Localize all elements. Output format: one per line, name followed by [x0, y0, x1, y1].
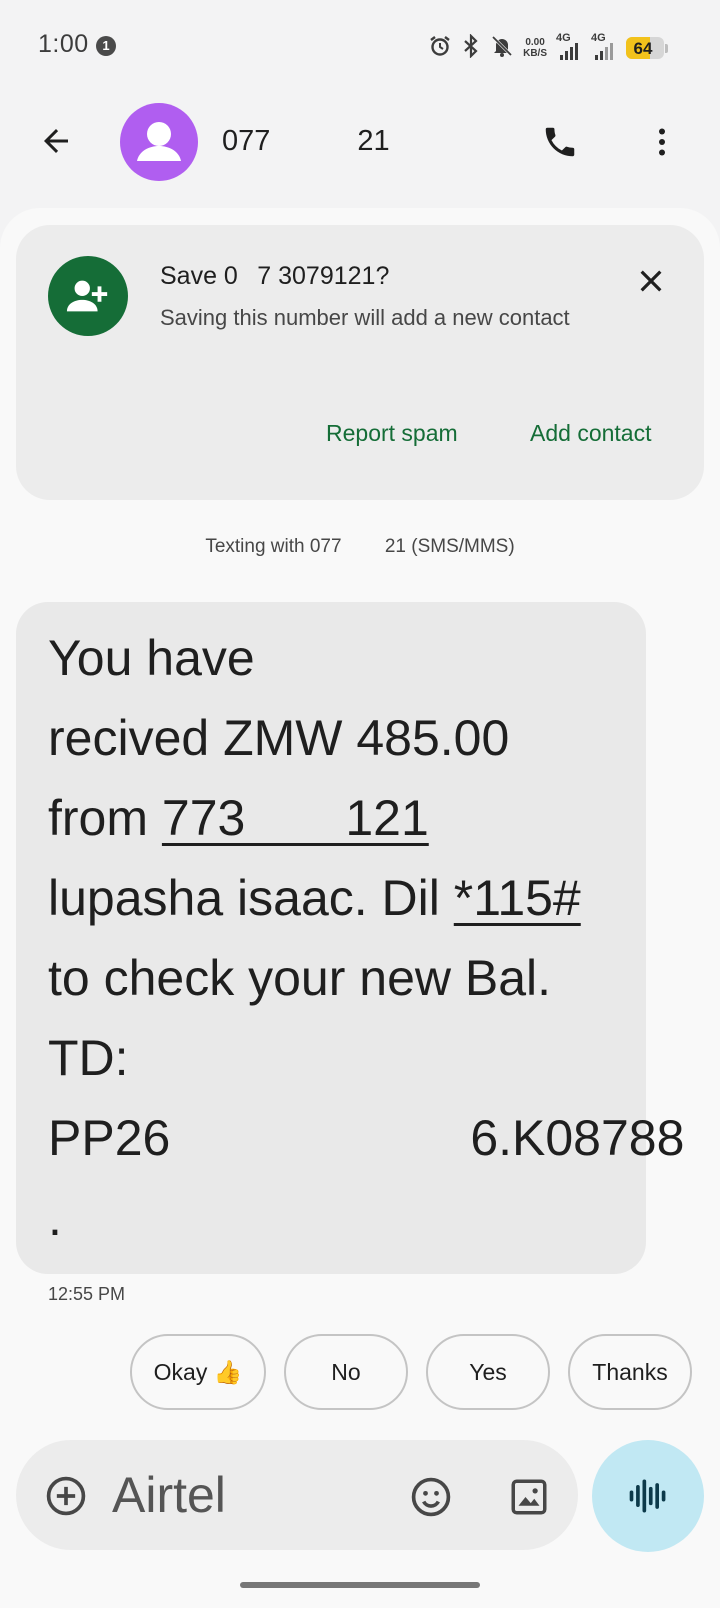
message-line: .	[48, 1190, 62, 1246]
emoji-button[interactable]	[404, 1470, 458, 1524]
gallery-button[interactable]	[502, 1470, 556, 1524]
close-icon	[640, 270, 662, 292]
more-options-button[interactable]	[636, 116, 688, 168]
attach-button[interactable]	[40, 1470, 92, 1522]
smart-replies: Okay 👍 No Yes Thanks	[130, 1334, 692, 1410]
message-timestamp: 12:55 PM	[48, 1284, 126, 1304]
call-button[interactable]	[534, 116, 586, 168]
voice-message-button[interactable]	[592, 1440, 704, 1552]
smart-reply-chip[interactable]: No	[284, 1334, 408, 1410]
emoji-icon	[411, 1477, 451, 1517]
report-spam-button[interactable]: Report spam	[326, 420, 458, 447]
message-line: PP26 6.K08788	[48, 1110, 685, 1166]
message-line: from 773 121	[48, 778, 638, 858]
battery-icon: 64	[626, 37, 664, 59]
back-button[interactable]	[30, 115, 82, 167]
ussd-code-link[interactable]: *115#	[454, 870, 581, 926]
status-time: 1:00	[38, 30, 89, 58]
message-line: You have	[48, 630, 255, 686]
texting-with-label: Texting with 077 21 (SMS/MMS)	[205, 536, 515, 557]
network-speed-value: 0.00	[525, 37, 545, 48]
smart-reply-chip[interactable]: Okay 👍	[130, 1334, 266, 1410]
image-icon	[511, 1479, 547, 1515]
message-line: lupasha isaac. Dil *115#	[48, 858, 638, 938]
signal-sim2-icon: 4G	[591, 32, 617, 61]
message-text-segment: lupasha isaac. Dil	[48, 870, 454, 926]
dismiss-card-button[interactable]	[626, 256, 676, 306]
add-contact-avatar	[48, 256, 128, 336]
contact-avatar[interactable]	[120, 103, 198, 181]
message-line: TD:	[48, 1030, 129, 1086]
person-add-icon	[66, 280, 108, 312]
save-contact-title: Save 0 7 3079121?	[160, 262, 390, 290]
bluetooth-icon	[461, 32, 481, 63]
signal-sim1-icon: 4G	[556, 32, 582, 61]
contact-title[interactable]: 077 21	[222, 125, 390, 158]
add-contact-button[interactable]: Add contact	[530, 420, 651, 447]
status-icons: 0.00 KB/S 4G 4G 64	[428, 32, 668, 63]
network-speed: 0.00 KB/S	[523, 37, 547, 59]
waveform-icon	[629, 1479, 666, 1513]
arrow-back-icon	[44, 129, 68, 153]
message-input[interactable]	[112, 1462, 392, 1528]
alarm-icon	[428, 34, 452, 63]
message-text: You have recived ZMW 485.00 from 773 121…	[48, 618, 685, 1258]
smart-reply-chip[interactable]: Thanks	[568, 1334, 692, 1410]
battery-tip	[665, 43, 668, 53]
more-vert-icon	[659, 128, 665, 156]
message-text-segment: from	[48, 790, 162, 846]
notifications-off-icon	[490, 34, 514, 63]
phone-number-link[interactable]: 773 121	[162, 790, 429, 846]
network-speed-unit: KB/S	[523, 48, 547, 59]
home-indicator[interactable]	[240, 1582, 480, 1588]
save-contact-subtitle: Saving this number will add a new contac…	[160, 305, 570, 330]
message-line: to check your new Bal.	[48, 950, 552, 1006]
battery-percent: 64	[633, 39, 653, 58]
add-circle-icon	[46, 1476, 86, 1516]
phone-icon	[545, 127, 575, 157]
smart-reply-chip[interactable]: Yes	[426, 1334, 550, 1410]
notification-count-badge: 1	[96, 36, 116, 56]
message-line: recived ZMW 485.00	[48, 710, 510, 766]
person-icon	[137, 122, 181, 161]
